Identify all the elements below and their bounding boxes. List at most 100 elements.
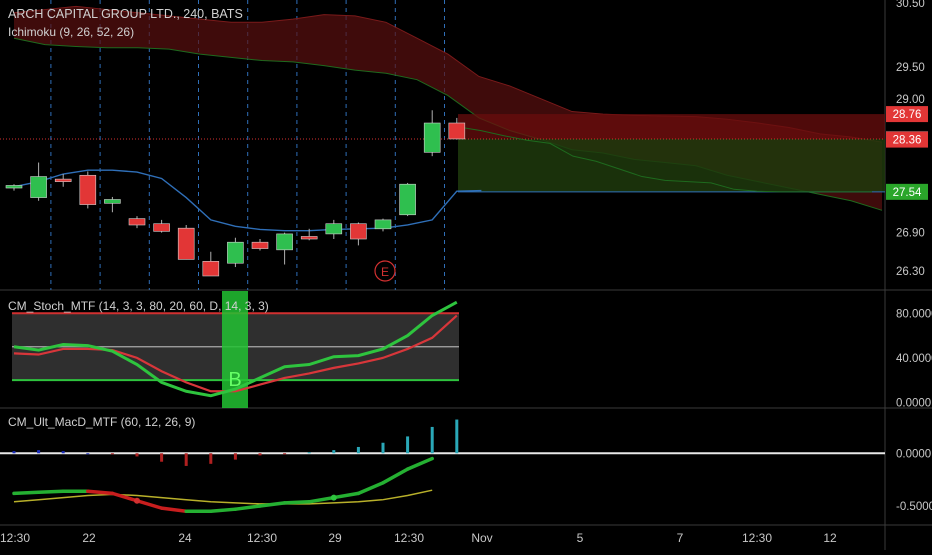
macd-histogram-bar: [37, 450, 41, 454]
chart-stage: 12:30 22 24 12:30 29 12:30 Nov 5 7 12:30 12 26.30 26…: [0, 0, 932, 550]
macd-line-segment: [307, 495, 336, 504]
macd-histogram-bar: [455, 419, 459, 454]
price-badge-text: 27.54: [893, 187, 922, 199]
candle-body: [30, 176, 47, 198]
price-tick-label: 29.50: [896, 62, 925, 74]
candle-body: [300, 236, 318, 240]
candle: [399, 182, 416, 217]
macd-line-segment: [12, 490, 41, 496]
macd-line-segment: [209, 507, 238, 514]
resistance-zone: [458, 114, 885, 139]
time-tick-label: 29: [328, 531, 342, 545]
price-badge: 28.76: [886, 106, 928, 123]
candle: [276, 232, 293, 265]
candle-body: [399, 183, 416, 216]
candle: [325, 219, 343, 240]
macd-histogram-bar: [61, 451, 65, 454]
macd-line-segment: [381, 467, 410, 485]
price-badge-text: 28.76: [893, 109, 922, 121]
macd-line-segment: [233, 504, 262, 511]
stoch-tick-label: 0.0000: [896, 397, 931, 409]
candle-body: [104, 199, 121, 204]
candle-body: [350, 223, 367, 240]
candle: [251, 239, 269, 251]
candle: [79, 171, 97, 209]
candle-body: [177, 227, 195, 260]
price-tick-label: 26.30: [896, 266, 925, 278]
candle-body: [153, 223, 170, 232]
candle: [177, 224, 195, 260]
macd-histogram-bar: [135, 453, 139, 457]
candle-body: [325, 223, 343, 235]
candle-body: [202, 261, 220, 277]
time-tick-label: 12:30: [394, 531, 424, 545]
candle: [374, 218, 392, 232]
time-tick-label: 12:30: [742, 531, 772, 545]
macd-histogram-bar: [332, 450, 336, 454]
macd-line-segment: [159, 506, 188, 514]
macd-histogram-bar: [184, 453, 188, 466]
candle: [423, 110, 441, 157]
macd-line-segment: [86, 489, 115, 496]
price-tick-label: 26.90: [896, 228, 925, 240]
candle-body: [374, 219, 392, 230]
candle-body: [54, 178, 72, 182]
macd-histogram-bar: [86, 453, 90, 455]
candle: [153, 219, 170, 233]
macd-histogram-bar: [160, 453, 164, 462]
candle: [350, 222, 367, 246]
macd-line-segment: [36, 489, 65, 495]
price-tick-label: 29.00: [896, 94, 925, 106]
macd-line-segment: [135, 498, 164, 510]
candle: [128, 216, 146, 229]
macd-tick-label: 0.0000: [896, 448, 931, 460]
time-tick-label: 22: [82, 531, 96, 545]
price-tick-label: 30.50: [896, 0, 925, 10]
macd-histogram-bar: [258, 453, 262, 456]
time-tick-label: 24: [178, 531, 192, 545]
candle: [104, 196, 121, 213]
time-tick-label: 7: [677, 531, 684, 545]
time-tick-label: 12:30: [247, 531, 277, 545]
macd-line-segment: [332, 491, 361, 500]
candle-body: [276, 233, 293, 251]
macd-histogram-bar: [283, 453, 287, 455]
candle-body: [448, 122, 466, 140]
candle-body: [5, 185, 23, 189]
macd-histogram-bar: [381, 442, 385, 454]
time-tick-label: 12:30: [0, 531, 30, 545]
macd-histogram-bar: [12, 451, 16, 454]
macd-tick-label: -0.5000: [896, 501, 932, 513]
macd-line-segment: [356, 481, 385, 496]
macd-histogram-bar: [209, 453, 213, 464]
earnings-marker-label: E: [381, 265, 389, 279]
candle: [227, 237, 244, 268]
time-tick-label: Nov: [471, 531, 492, 545]
macd-cross-dot: [134, 497, 140, 504]
chart-svg[interactable]: 12:30 22 24 12:30 29 12:30 Nov 5 7 12:30 12 26.30 26…: [0, 0, 932, 550]
price-badge-text: 28.36: [893, 135, 922, 147]
macd-histogram-bar: [406, 436, 410, 454]
macd-histogram-bar: [430, 426, 434, 454]
candle: [202, 251, 220, 277]
candle-body: [251, 241, 269, 249]
time-tick-label: 12: [823, 531, 837, 545]
macd-histogram-bar: [307, 452, 311, 454]
candle: [30, 162, 47, 201]
candle-body: [227, 241, 244, 264]
stoch-tick-label: 80.0000: [896, 308, 932, 320]
macd-histogram-bar: [356, 446, 360, 454]
time-tick-label: 5: [577, 531, 584, 545]
price-badge: 27.54: [886, 183, 928, 200]
candle-body: [423, 122, 441, 153]
candle-body: [79, 174, 97, 205]
support-zone: [458, 138, 885, 192]
price-badge: 28.36: [886, 131, 928, 148]
macd-cross-dot: [330, 494, 337, 501]
macd-line-segment: [282, 500, 311, 505]
macd-histogram-bar: [110, 453, 114, 455]
macd-histogram-bar: [233, 453, 237, 460]
stoch-tick-label: 40.0000: [896, 353, 932, 365]
candle-body: [128, 218, 146, 226]
macd-line-segment: [405, 456, 434, 471]
